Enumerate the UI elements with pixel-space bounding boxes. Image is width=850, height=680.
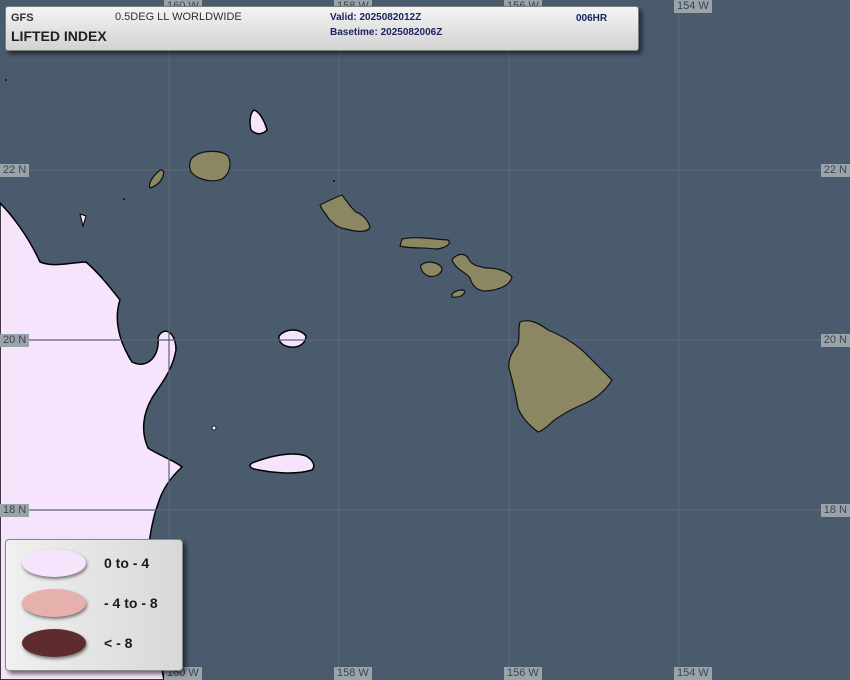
island-kauai xyxy=(189,150,231,182)
legend-panel: 0 to - 4 - 4 to - 8 < - 8 xyxy=(5,539,183,671)
legend-label: - 4 to - 8 xyxy=(104,595,158,611)
lat-label-18n-left: 18 N xyxy=(0,504,30,517)
lon-label-156w-bottom: 156 W xyxy=(504,667,542,680)
lon-label-154w-top: 154 W xyxy=(674,0,712,13)
legend-label: 0 to - 4 xyxy=(104,555,150,571)
islet-1 xyxy=(123,198,125,200)
lifted-index-blob-mid xyxy=(278,329,307,348)
product-title: LIFTED INDEX xyxy=(11,28,107,44)
lon-label-154w-bottom: 154 W xyxy=(674,667,712,680)
forecast-hour: 006HR xyxy=(576,13,608,24)
lat-label-18n-right: 18 N xyxy=(820,504,850,517)
base-time: Basetime: 2025082006Z xyxy=(330,27,443,38)
grid-name: 0.5DEG LL WORLDWIDE xyxy=(115,11,242,23)
header-panel: GFS 0.5DEG LL WORLDWIDE LIFTED INDEX Val… xyxy=(5,6,639,51)
legend-label: < - 8 xyxy=(104,635,133,651)
legend-item: 0 to - 4 xyxy=(6,544,182,584)
islet-3 xyxy=(333,180,335,182)
island-molokai xyxy=(399,237,450,250)
lat-label-20n-left: 20 N xyxy=(0,334,30,347)
legend-swatch xyxy=(22,589,86,617)
legend-swatch xyxy=(22,629,86,657)
lat-label-20n-right: 20 N xyxy=(820,334,850,347)
lat-label-22n-left: 22 N xyxy=(0,164,30,177)
lat-label-22n-right: 22 N xyxy=(820,164,850,177)
valid-time: Valid: 2025082012Z xyxy=(330,12,422,23)
model-name: GFS xyxy=(11,12,34,24)
legend-item: - 4 to - 8 xyxy=(6,584,182,624)
islet-2 xyxy=(5,79,7,81)
legend-swatch xyxy=(22,549,86,577)
lon-label-158w-bottom: 158 W xyxy=(334,667,372,680)
legend-item: < - 8 xyxy=(6,624,182,664)
lifted-index-dot xyxy=(211,425,217,431)
